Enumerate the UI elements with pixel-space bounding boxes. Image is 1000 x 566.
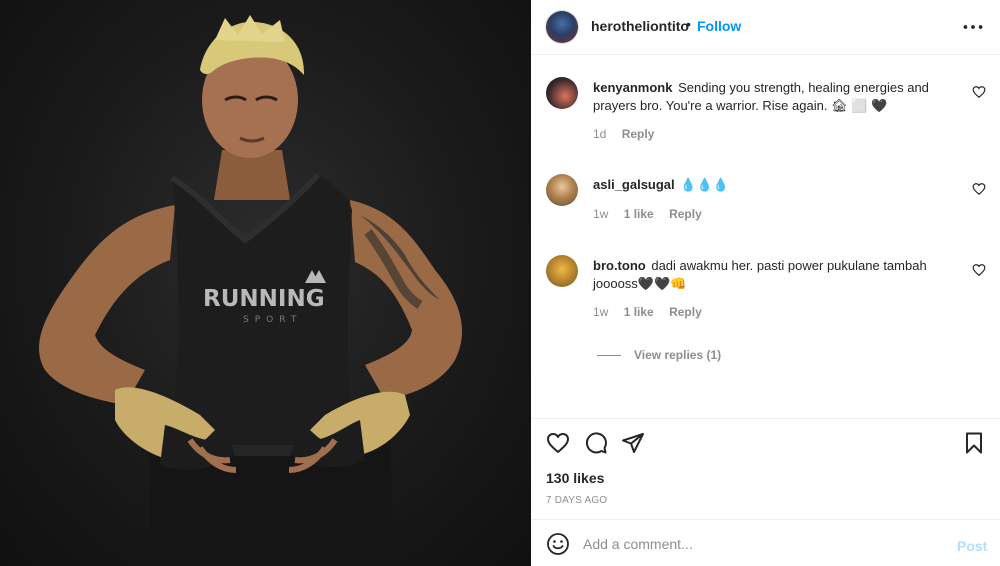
comment-reply-button[interactable]: Reply xyxy=(669,207,702,221)
comments-list[interactable]: kenyanmonk Sending you strength, healing… xyxy=(531,56,1000,418)
post-detail-panel: herotheliontito • Follow kenyanmonk Send… xyxy=(531,0,1000,566)
comment-meta: 1w 1 like Reply xyxy=(593,305,714,319)
comment-likes-count[interactable]: 1 like xyxy=(624,207,654,221)
vest-brand-text: RUNNING xyxy=(203,286,325,312)
comment-avatar[interactable] xyxy=(546,77,578,109)
post-age: 7 DAYS AGO xyxy=(546,495,608,506)
paper-plane-icon[interactable] xyxy=(621,431,645,455)
comment-text-block: kenyanmonk Sending you strength, healing… xyxy=(593,79,953,115)
comment-likes-count[interactable]: 1 like xyxy=(624,305,654,319)
author-username[interactable]: herotheliontito xyxy=(591,18,689,34)
comment-meta: 1w 1 like Reply xyxy=(593,207,714,221)
post-header: herotheliontito • Follow xyxy=(531,0,1000,55)
comment-avatar[interactable] xyxy=(546,174,578,206)
separator-dot: • xyxy=(686,16,691,32)
comment-input[interactable] xyxy=(583,533,923,555)
smiley-icon[interactable] xyxy=(546,532,570,556)
view-replies-line xyxy=(597,355,621,356)
heart-icon[interactable] xyxy=(546,431,570,455)
more-horizontal-icon[interactable] xyxy=(960,14,986,40)
bookmark-icon[interactable] xyxy=(962,431,986,455)
likes-count[interactable]: 130 likes xyxy=(546,470,604,486)
comment-time: 1w xyxy=(593,305,609,319)
comment-body: 💧💧💧 xyxy=(680,177,729,192)
comment-meta: 1d Reply xyxy=(593,127,666,141)
comment-text-block: bro.tono dadi awakmu her. pasti power pu… xyxy=(593,257,953,293)
post-photo[interactable]: RUNNING SPORT xyxy=(0,0,531,566)
comment-text-block: asli_galsugal 💧💧💧 xyxy=(593,176,953,194)
comment-like-heart-icon[interactable] xyxy=(972,85,986,99)
comment-like-heart-icon[interactable] xyxy=(972,263,986,277)
follow-button[interactable]: Follow xyxy=(697,18,741,34)
comment-avatar[interactable] xyxy=(546,255,578,287)
vest-sub-text: SPORT xyxy=(243,315,302,325)
comment-username[interactable]: bro.tono xyxy=(593,258,646,273)
post-actions: 130 likes 7 DAYS AGO xyxy=(531,418,1000,518)
view-replies-label[interactable]: View replies (1) xyxy=(634,348,721,362)
post-comment-button[interactable]: Post xyxy=(957,538,987,554)
comment-username[interactable]: kenyanmonk xyxy=(593,80,672,95)
boxer-illustration: RUNNING SPORT xyxy=(39,15,463,566)
comment-reply-button[interactable]: Reply xyxy=(622,127,655,141)
comment-icon[interactable] xyxy=(584,431,608,455)
comment-like-heart-icon[interactable] xyxy=(972,182,986,196)
comment-time: 1w xyxy=(593,207,609,221)
author-avatar[interactable] xyxy=(546,11,578,43)
comment-username[interactable]: asli_galsugal xyxy=(593,177,675,192)
comment-reply-button[interactable]: Reply xyxy=(669,305,702,319)
comment-time: 1d xyxy=(593,127,607,141)
add-comment-bar: Post xyxy=(531,519,1000,566)
